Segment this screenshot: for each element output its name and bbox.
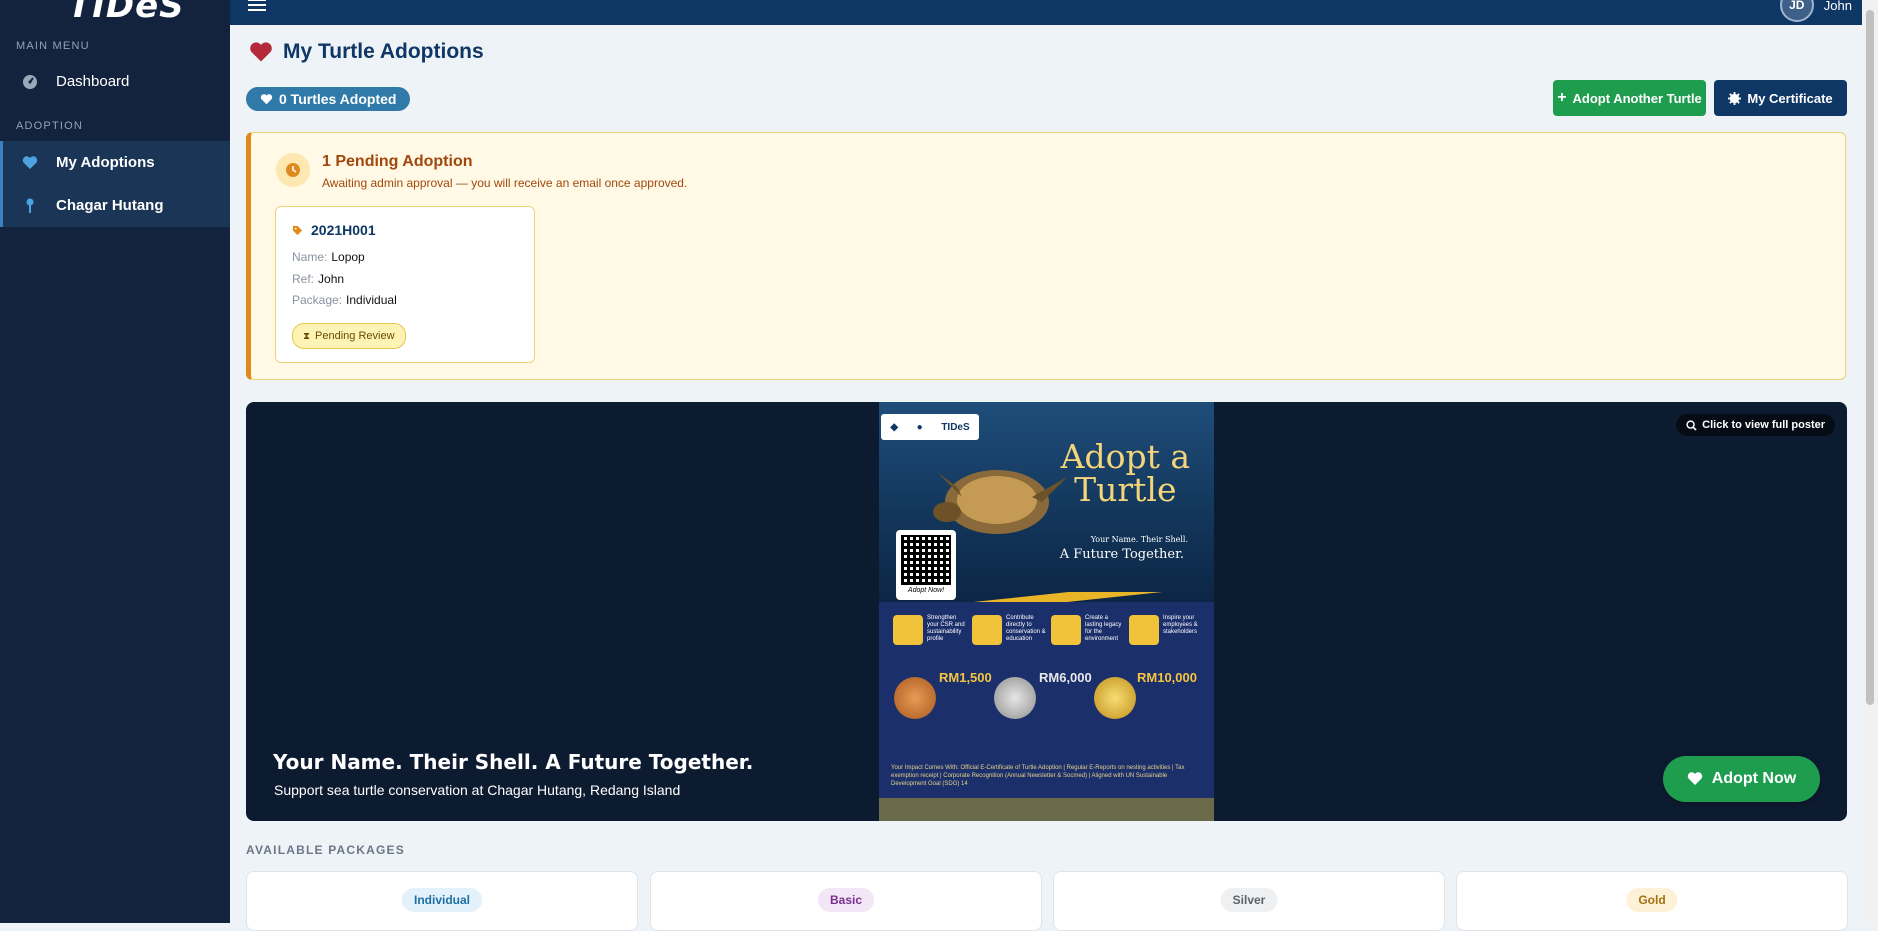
package-card-individual[interactable]: Individual bbox=[246, 871, 638, 931]
poster-feature: Create a lasting legacy for the environm… bbox=[1085, 615, 1122, 642]
package-pill: Basic bbox=[817, 888, 875, 912]
adopted-count-badge: 0 Turtles Adopted bbox=[246, 87, 411, 111]
package-card-basic[interactable]: Basic bbox=[650, 871, 1042, 931]
available-packages-label: AVAILABLE PACKAGES bbox=[246, 843, 405, 857]
view-full-poster-hint[interactable]: Click to view full poster bbox=[1676, 414, 1835, 436]
clock-icon bbox=[276, 153, 310, 187]
certificate-icon bbox=[1728, 91, 1742, 105]
gauge-icon bbox=[22, 74, 38, 90]
scrollbar-thumb[interactable] bbox=[1866, 10, 1874, 705]
sidebar-item-label: My Adoptions bbox=[56, 154, 155, 171]
status-badge: ⧗ Pending Review bbox=[292, 323, 406, 349]
bronze-medal-icon bbox=[894, 677, 936, 719]
sidebar: TIDeS MAIN MENU Dashboard ADOPTION My Ad… bbox=[0, 0, 230, 923]
poster-impact: Your Impact Comes With: Official E-Certi… bbox=[891, 765, 1185, 787]
sidebar-item-dashboard[interactable]: Dashboard bbox=[0, 60, 230, 103]
pending-subtitle: Awaiting admin approval — you will recei… bbox=[322, 176, 688, 190]
sidebar-item-label: Chagar Hutang bbox=[56, 197, 164, 214]
poster-heading-line1: Adopt a bbox=[1060, 437, 1190, 476]
feature-icon bbox=[1129, 615, 1159, 645]
pin-icon bbox=[22, 198, 38, 214]
row-key: Package: bbox=[292, 293, 343, 307]
zoom-hint-text: Click to view full poster bbox=[1702, 419, 1825, 431]
pending-adoption-panel: 1 Pending Adoption Awaiting admin approv… bbox=[246, 132, 1846, 380]
poster-tagline: Your Name. Their Shell. bbox=[1090, 535, 1188, 544]
pending-title: 1 Pending Adoption bbox=[322, 153, 473, 170]
row-key: Ref: bbox=[292, 272, 315, 286]
poster-feature: Inspire your employees & stakeholders bbox=[1163, 615, 1198, 635]
hero-title: Your Name. Their Shell. A Future Togethe… bbox=[273, 750, 754, 774]
user-menu[interactable]: JD John bbox=[1779, 0, 1852, 22]
row-value: Individual bbox=[346, 293, 397, 307]
feature-icon bbox=[972, 615, 1002, 645]
button-label: My Certificate bbox=[1747, 90, 1833, 106]
button-label: Adopt Now bbox=[1711, 770, 1797, 787]
plus-icon: + bbox=[1557, 89, 1567, 106]
heart-icon bbox=[260, 93, 273, 104]
sidebar-item-my-adoptions[interactable]: My Adoptions bbox=[0, 141, 230, 184]
section-adoption: ADOPTION bbox=[16, 120, 84, 132]
hourglass-icon: ⧗ bbox=[303, 330, 311, 342]
app-logo[interactable]: TIDeS bbox=[68, 0, 185, 26]
qr-code: Adopt Now! bbox=[896, 530, 956, 600]
turtle-code: 2021H001 bbox=[292, 222, 376, 238]
poster-price: RM6,000 bbox=[1039, 670, 1092, 685]
poster-price: RM1,500 bbox=[939, 670, 992, 685]
row-value: Lopop bbox=[331, 250, 365, 264]
feature-icon bbox=[893, 615, 923, 645]
heart-icon bbox=[1687, 772, 1702, 785]
poster-price: RM10,000 bbox=[1137, 670, 1197, 685]
poster-heading: Adopt a Turtle bbox=[1061, 440, 1190, 506]
page-title: My Turtle Adoptions bbox=[249, 40, 484, 64]
package-card-gold[interactable]: Gold bbox=[1456, 871, 1848, 931]
button-label: Adopt Another Turtle bbox=[1572, 90, 1702, 106]
sidebar-item-label: Dashboard bbox=[56, 73, 130, 90]
menu-icon[interactable] bbox=[248, 0, 266, 11]
heart-icon bbox=[250, 41, 272, 61]
pending-adoption-card[interactable]: 2021H001 Name: Lopop Ref: John Package: Ind… bbox=[275, 206, 535, 363]
adopt-poster-image[interactable]: ◆ ● TIDeS Adopt a Turtle Your Name. Their S… bbox=[879, 402, 1214, 821]
page-title-text: My Turtle Adoptions bbox=[283, 40, 484, 63]
adopt-now-button[interactable]: Adopt Now bbox=[1663, 756, 1820, 802]
poster-tagline2: A Future Together. bbox=[1059, 547, 1184, 562]
adopt-another-turtle-button[interactable]: + Adopt Another Turtle bbox=[1553, 80, 1706, 116]
card-row-ref: Ref: John bbox=[292, 272, 344, 286]
feature-icon bbox=[1051, 615, 1081, 645]
row-value: John bbox=[318, 272, 345, 286]
row-key: Name: bbox=[292, 250, 328, 264]
package-pill: Gold bbox=[1626, 888, 1678, 912]
poster-heading-line2: Turtle bbox=[1074, 470, 1177, 509]
hero-subtitle: Support sea turtle conservation at Chaga… bbox=[274, 782, 681, 798]
topbar: JD John bbox=[230, 0, 1862, 25]
sidebar-item-chagar-hutang[interactable]: Chagar Hutang bbox=[0, 184, 230, 227]
scrollbar[interactable] bbox=[1862, 0, 1878, 923]
status-text: Pending Review bbox=[315, 330, 395, 342]
my-certificate-button[interactable]: My Certificate bbox=[1714, 80, 1847, 116]
poster-feature: Contribute directly to conservation & ed… bbox=[1006, 615, 1046, 642]
package-pill: Silver bbox=[1220, 888, 1278, 912]
silver-medal-icon bbox=[994, 677, 1036, 719]
zoom-icon bbox=[1686, 419, 1697, 431]
heart-icon bbox=[22, 155, 38, 171]
turtle-code-text: 2021H001 bbox=[311, 222, 376, 238]
section-main-menu: MAIN MENU bbox=[16, 40, 90, 52]
adopt-hero-banner: ◆ ● TIDeS Adopt a Turtle Your Name. Their S… bbox=[246, 402, 1847, 821]
package-card-silver[interactable]: Silver bbox=[1053, 871, 1445, 931]
adopted-count-label: 0 Turtles Adopted bbox=[279, 91, 397, 107]
user-name: John bbox=[1823, 0, 1852, 13]
gold-medal-icon bbox=[1094, 677, 1136, 719]
card-row-package: Package: Individual bbox=[292, 293, 397, 307]
avatar: JD bbox=[1779, 0, 1814, 22]
poster-feature: Strengthen your CSR and sustainability p… bbox=[927, 615, 965, 642]
card-row-name: Name: Lopop bbox=[292, 250, 365, 264]
package-pill: Individual bbox=[401, 888, 483, 912]
tag-icon bbox=[292, 225, 303, 235]
